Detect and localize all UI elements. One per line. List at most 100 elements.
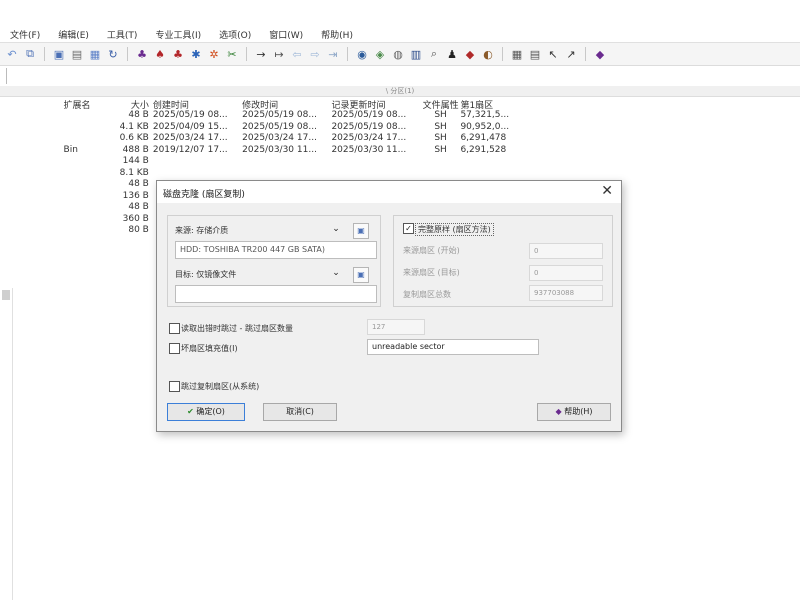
search-icon[interactable]: ⌕ — [426, 46, 442, 62]
toolbar-separator — [347, 47, 348, 61]
column-header-updated[interactable]: 记录更新时间 — [331, 98, 420, 110]
analysis-icon[interactable]: ◆ — [462, 46, 478, 62]
column-header-ext[interactable]: 扩展名 — [60, 98, 104, 110]
target-field[interactable] — [175, 285, 377, 303]
row-updated: 2025/03/24 17... — [331, 133, 407, 143]
help-icon[interactable]: ◆ — [592, 46, 608, 62]
row-size: 48 B — [128, 179, 149, 189]
column-header-modified[interactable]: 修改时间 — [242, 98, 331, 110]
row-attr: SH — [434, 144, 447, 155]
back-icon[interactable]: ⇦ — [289, 46, 305, 62]
open-file-icon[interactable]: ▤ — [69, 46, 85, 62]
find-hex-icon[interactable]: ♠ — [152, 46, 168, 62]
open-disk-icon[interactable]: ▣ — [51, 46, 67, 62]
table-row[interactable]: 4.1 KB 2025/04/09 15... 2025/05/19 08... 20… — [0, 122, 520, 134]
menu-file[interactable]: 文件(F) — [4, 26, 46, 42]
row-name — [0, 168, 60, 180]
target-sector-field[interactable]: 0 — [529, 265, 603, 281]
row-modified — [242, 168, 331, 180]
row-created: 2019/12/07 17... — [152, 144, 228, 155]
start-sector-field[interactable]: 0 — [529, 243, 603, 259]
column-header-created[interactable]: 创建时间 — [153, 98, 242, 110]
avoid-copy-checkbox[interactable] — [169, 381, 180, 392]
row-name — [0, 225, 60, 237]
menu-pro-tools[interactable]: 专业工具(I) — [149, 26, 207, 42]
tools-icon[interactable]: ✂ — [224, 46, 240, 62]
menu-tools[interactable]: 工具(T) — [101, 26, 144, 42]
source-label: 来源: 存储介质 — [175, 226, 229, 235]
table-row[interactable]: 8.1 KB — [0, 168, 520, 180]
address-bar[interactable] — [0, 66, 800, 87]
row-created — [153, 156, 242, 168]
count-label: 复制扇区总数 — [403, 290, 451, 299]
row-attr: SH — [434, 121, 447, 132]
disk-editor-icon[interactable]: ◉ — [354, 46, 370, 62]
column-header-attr[interactable]: 文件属性 — [421, 98, 461, 110]
column-header-size[interactable]: 大小 — [103, 98, 153, 110]
table-row[interactable]: 48 B 2025/05/19 08... 2025/05/19 08... 2025… — [0, 110, 520, 122]
cancel-button[interactable]: 取消(C) — [263, 403, 337, 421]
replace-all-icon[interactable]: ✲ — [206, 46, 222, 62]
menu-help[interactable]: 帮助(H) — [315, 26, 359, 42]
replace-icon[interactable]: ✱ — [188, 46, 204, 62]
row-ext: Bin — [63, 144, 78, 155]
menu-edit[interactable]: 编辑(E) — [52, 26, 95, 42]
skip-bad-checkbox[interactable] — [169, 323, 180, 334]
target-dropdown-icon[interactable]: ⌄ — [329, 267, 343, 279]
table-row[interactable]: 144 B — [0, 156, 520, 168]
source-dropdown-icon[interactable]: ⌄ — [329, 223, 343, 235]
scrollbar-thumb[interactable] — [2, 290, 10, 300]
partition-icon[interactable]: ▥ — [408, 46, 424, 62]
mark-bad-checkbox[interactable] — [169, 343, 180, 354]
row-size: 144 B — [122, 156, 149, 166]
ram-editor-icon[interactable]: ◈ — [372, 46, 388, 62]
copy-icon[interactable]: ⧉ — [22, 46, 38, 62]
goto-icon[interactable]: → — [253, 46, 269, 62]
bookmark-icon[interactable]: ⇥ — [325, 46, 341, 62]
pointer-icon[interactable]: ↖ — [545, 46, 561, 62]
mark-bad-field[interactable]: unreadable sector — [367, 339, 539, 355]
count-field[interactable]: 937703088 — [529, 285, 603, 301]
dialog-titlebar: 磁盘克隆 (扇区复制) ✕ — [157, 181, 621, 203]
menu-window[interactable]: 窗口(W) — [263, 26, 309, 42]
hash-icon[interactable]: ♟ — [444, 46, 460, 62]
forward-icon[interactable]: ⇨ — [307, 46, 323, 62]
row-updated: 2025/03/30 11... — [331, 144, 407, 155]
skip-bad-field[interactable]: 127 — [367, 319, 425, 335]
refresh-icon[interactable]: ↻ — [105, 46, 121, 62]
grid-view-icon[interactable]: ▦ — [509, 46, 525, 62]
ok-button[interactable]: ✔ 确定(O) — [167, 403, 245, 421]
row-size: 8.1 KB — [119, 167, 149, 178]
toolbar-separator — [585, 47, 586, 61]
row-created: 2025/03/24 17... — [152, 133, 228, 143]
find-next-icon[interactable]: ♣ — [170, 46, 186, 62]
vertical-scrollbar[interactable] — [0, 288, 13, 600]
menu-options[interactable]: 选项(O) — [213, 26, 257, 42]
row-attr: SH — [434, 110, 447, 120]
row-updated — [331, 156, 420, 168]
paste-icon[interactable]: ▦ — [87, 46, 103, 62]
row-name — [0, 110, 60, 122]
find-icon[interactable]: ♣ — [134, 46, 150, 62]
close-icon[interactable]: ✕ — [601, 183, 613, 199]
undo-icon[interactable]: ↶ — [4, 46, 20, 62]
source-field[interactable]: HDD: TOSHIBA TR200 447 GB SATA) — [175, 241, 377, 259]
table-row[interactable]: Bin 488 B 2019/12/07 17... 2025/03/30 11...… — [0, 145, 520, 157]
copy-sector-checkbox[interactable]: ✓ — [403, 223, 414, 234]
help-button[interactable]: ◆ 帮助(H) — [537, 403, 611, 421]
row-created — [153, 168, 242, 180]
row-sector: 6,291,528 — [460, 144, 507, 155]
row-size: 48 B — [128, 202, 149, 212]
column-header-name[interactable] — [0, 98, 60, 110]
report-icon[interactable]: ◐ — [480, 46, 496, 62]
select-icon[interactable]: ↗ — [563, 46, 579, 62]
table-row[interactable]: 0.6 KB 2025/03/24 17... 2025/03/24 17... 20… — [0, 133, 520, 145]
list-view-icon[interactable]: ▤ — [527, 46, 543, 62]
goto-offset-icon[interactable]: ↦ — [271, 46, 287, 62]
source-browse-icon[interactable]: ▣ — [353, 223, 369, 239]
help-icon: ◆ — [555, 407, 562, 416]
disk-tools-icon[interactable]: ◍ — [390, 46, 406, 62]
target-browse-icon[interactable]: ▣ — [353, 267, 369, 283]
row-ext — [60, 191, 104, 203]
column-header-sector[interactable]: 第1扇区 — [460, 98, 520, 110]
